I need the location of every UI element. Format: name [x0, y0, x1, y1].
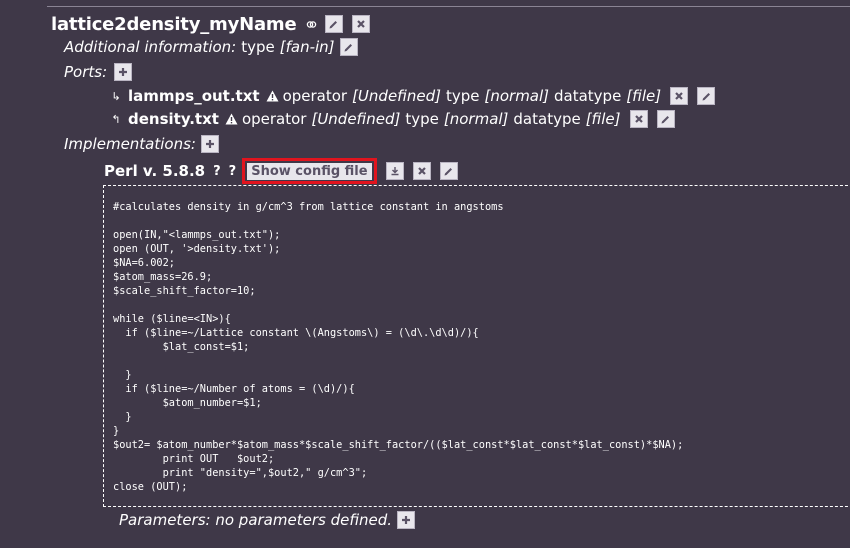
help-icon[interactable]: ?	[229, 164, 237, 179]
show-config-file-button[interactable]: Show config file	[247, 162, 372, 180]
port-type-label: type	[445, 87, 480, 105]
additional-info-key: type	[241, 38, 275, 56]
implementations-label: Implementations:	[64, 135, 196, 153]
help-icon[interactable]: ?	[213, 164, 221, 179]
plus-icon	[119, 68, 128, 76]
port-type-value: [normal]	[443, 110, 509, 128]
implementation-row: Perl v. 5.8.8 ? ? Show config file	[104, 157, 458, 185]
top-divider	[47, 6, 850, 7]
ports-header: Ports:	[64, 62, 133, 82]
warning-icon	[266, 87, 279, 106]
additional-info-value: [fan-in]	[279, 38, 335, 56]
pencil-icon	[702, 92, 710, 100]
config-file-panel: #calculates density in g/cm^3 from latti…	[103, 185, 850, 507]
pencil-icon	[344, 43, 353, 51]
port-operator-value: [Undefined]	[311, 110, 401, 128]
port-operator-label: operator	[282, 87, 348, 105]
additional-info-row: Additional information: type [fan-in]	[64, 37, 358, 57]
parameters-row: Parameters: no parameters defined.	[119, 510, 416, 530]
port-datatype-label: datatype	[513, 110, 581, 128]
delete-port-button[interactable]	[629, 110, 648, 128]
implementation-name: Perl v. 5.8.8	[104, 162, 206, 180]
port-row: ↰ density.txt operator [Undefined] type …	[106, 109, 675, 129]
additional-info-label: Additional information:	[64, 38, 237, 56]
plus-icon	[402, 516, 411, 524]
add-parameter-button[interactable]	[397, 511, 416, 529]
implementations-header: Implementations:	[64, 134, 219, 154]
add-implementation-button[interactable]	[200, 135, 219, 153]
input-arrow-icon: ↳	[111, 89, 121, 103]
warning-icon	[225, 110, 238, 129]
edit-implementation-button[interactable]	[439, 162, 458, 180]
download-icon	[391, 167, 399, 176]
port-operator-label: operator	[241, 110, 307, 128]
ports-label: Ports:	[64, 63, 108, 81]
output-arrow-icon: ↰	[111, 112, 121, 126]
add-port-button[interactable]	[114, 63, 133, 81]
delete-node-button[interactable]	[351, 15, 370, 33]
close-icon	[675, 92, 683, 100]
edit-port-button[interactable]	[697, 87, 716, 105]
close-icon	[356, 20, 365, 28]
delete-implementation-button[interactable]	[412, 162, 431, 180]
parameters-label: Parameters: no parameters defined.	[119, 511, 393, 529]
delete-port-button[interactable]	[670, 87, 689, 105]
config-highlight: Show config file	[242, 158, 377, 184]
close-icon	[634, 115, 643, 123]
port-row: ↳ lammps_out.txt operator [Undefined] ty…	[106, 86, 716, 106]
config-file-code: #calculates density in g/cm^3 from latti…	[113, 201, 684, 493]
port-name: density.txt	[128, 110, 219, 128]
port-type-label: type	[405, 110, 439, 128]
port-datatype-label: datatype	[554, 87, 622, 105]
port-name: lammps_out.txt	[128, 87, 260, 105]
download-button[interactable]	[385, 162, 404, 180]
pencil-icon	[329, 20, 337, 28]
port-datatype-value: [file]	[585, 110, 621, 128]
edit-port-button[interactable]	[656, 110, 675, 128]
port-datatype-value: [file]	[626, 87, 662, 105]
edit-additional-info-button[interactable]	[339, 38, 358, 56]
node-title: lattice2density_myName	[51, 13, 297, 35]
edit-node-button[interactable]	[324, 15, 343, 33]
link-icon[interactable]	[306, 19, 317, 30]
pencil-icon	[661, 115, 669, 123]
port-operator-value: [Undefined]	[352, 87, 441, 105]
node-header: lattice2density_myName	[51, 13, 370, 35]
pencil-icon	[444, 167, 453, 175]
plus-icon	[205, 140, 214, 148]
close-icon	[417, 167, 426, 175]
port-type-value: [normal]	[484, 87, 550, 105]
